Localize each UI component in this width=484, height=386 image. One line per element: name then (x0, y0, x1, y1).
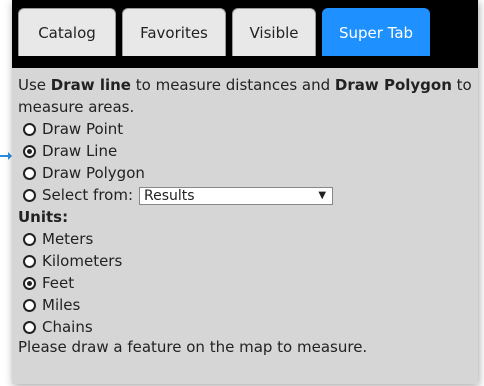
radio-units-meters[interactable]: Meters (18, 228, 472, 250)
tab-visible[interactable]: Visible (232, 8, 316, 56)
units-heading: Units: (18, 208, 69, 226)
radio-units-kilometers[interactable]: Kilometers (18, 250, 472, 272)
status-message: Please draw a feature on the map to meas… (18, 338, 368, 356)
radio-checked-icon (23, 277, 36, 290)
radio-draw-line[interactable]: Draw Line (18, 140, 472, 162)
radio-icon (23, 321, 36, 334)
radio-icon (23, 233, 36, 246)
dropdown-caret-icon: ▼ (318, 189, 327, 201)
radio-select-from[interactable]: Select from: Results ▼ (18, 184, 472, 206)
tab-favorites[interactable]: Favorites (122, 8, 226, 56)
radio-icon (23, 189, 36, 202)
radio-units-chains[interactable]: Chains (18, 316, 472, 338)
tab-bar: Catalog Favorites Visible Super Tab (12, 0, 478, 64)
instructions-text: Use Draw line to measure distances and D… (18, 76, 472, 116)
measure-content: Use Draw line to measure distances and D… (12, 64, 478, 384)
select-from-dropdown[interactable]: Results ▼ (139, 186, 334, 205)
radio-draw-point[interactable]: Draw Point (18, 118, 472, 140)
radio-icon (23, 167, 36, 180)
radio-checked-icon (23, 145, 36, 158)
measure-panel: Catalog Favorites Visible Super Tab Use … (12, 0, 478, 384)
radio-icon (23, 255, 36, 268)
tab-super-tab[interactable]: Super Tab (322, 8, 430, 56)
tab-catalog[interactable]: Catalog (18, 8, 116, 56)
radio-draw-polygon[interactable]: Draw Polygon (18, 162, 472, 184)
radio-units-miles[interactable]: Miles (18, 294, 472, 316)
radio-icon (23, 123, 36, 136)
radio-units-feet[interactable]: Feet (18, 272, 472, 294)
radio-icon (23, 299, 36, 312)
arrow-pointer-icon (0, 146, 12, 160)
